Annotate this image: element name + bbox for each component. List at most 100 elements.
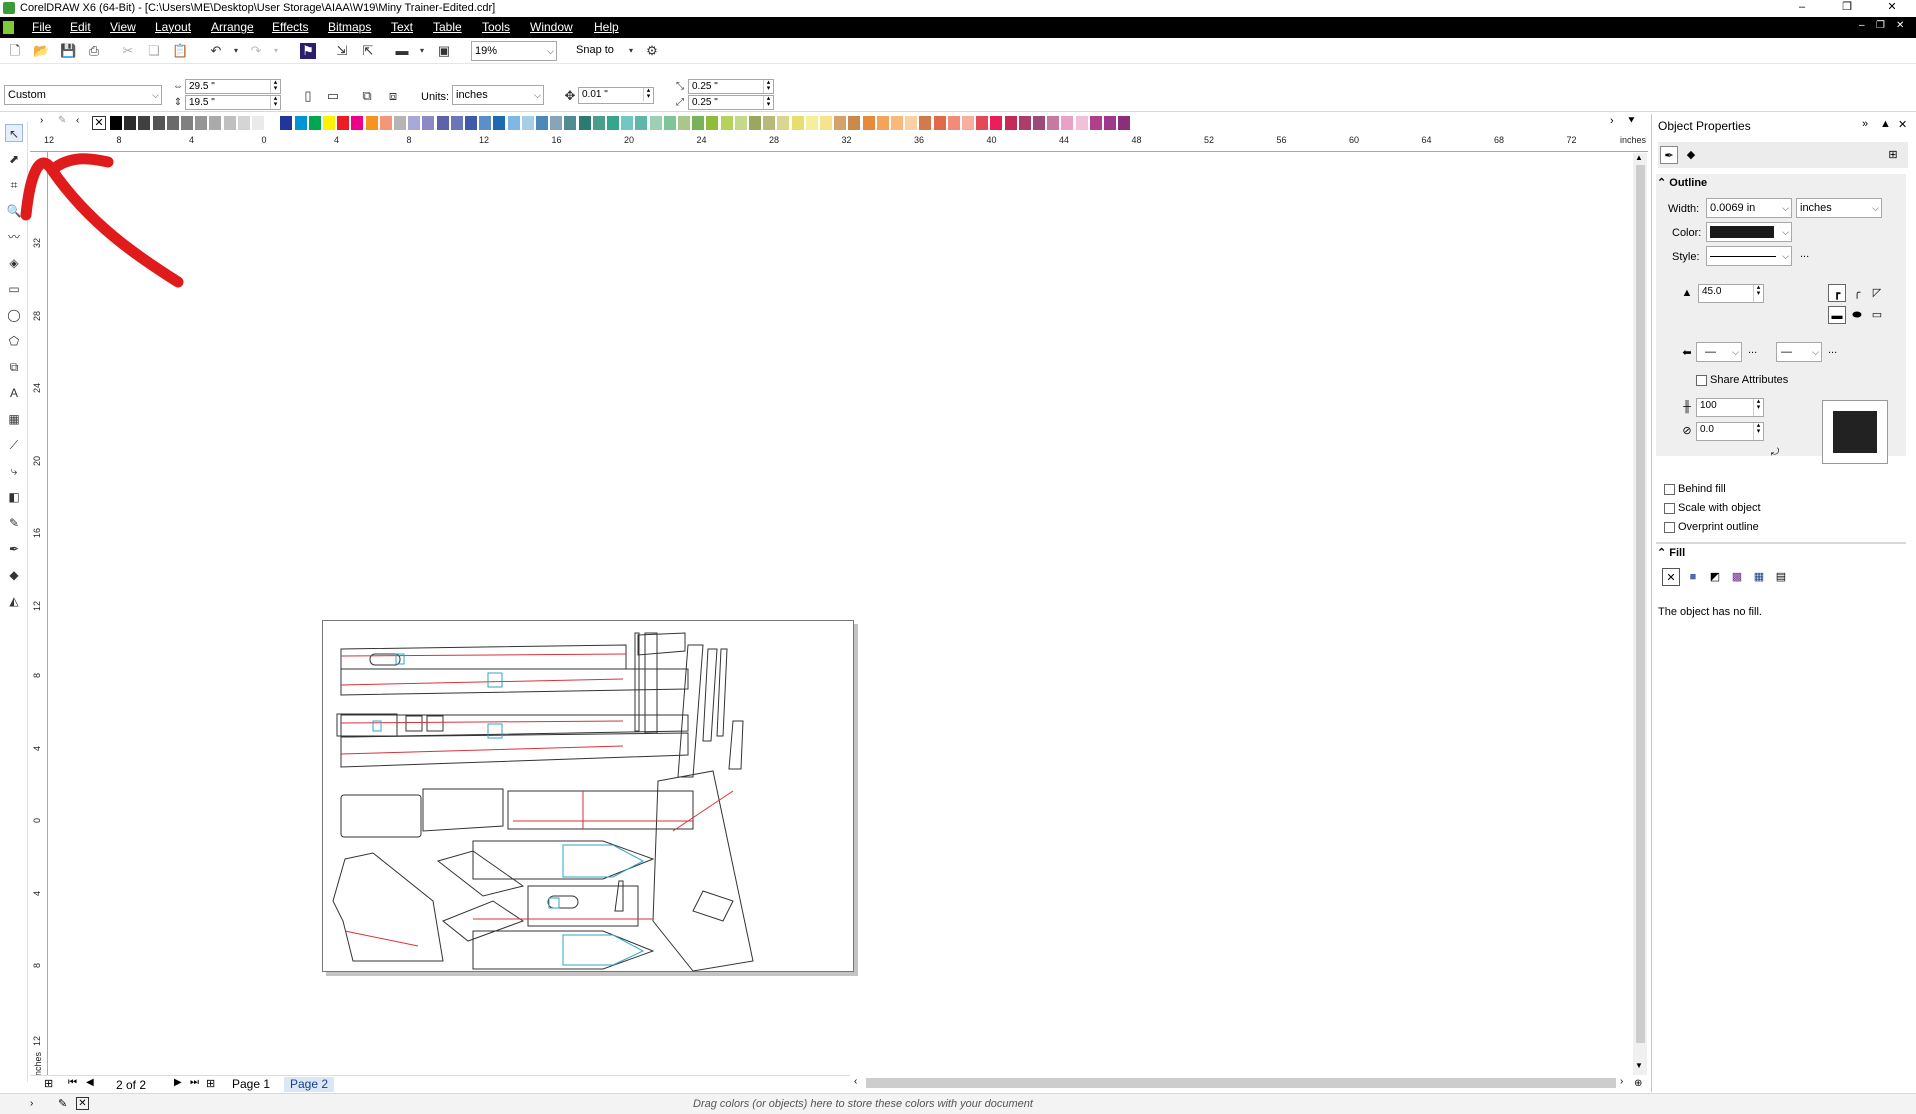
palette-swatch[interactable] <box>323 116 336 130</box>
menu-help[interactable]: Help <box>594 20 619 34</box>
menu-file[interactable]: File <box>32 20 51 34</box>
palette-swatch[interactable] <box>408 116 422 130</box>
mdi-minimize-button[interactable]: – <box>1859 20 1865 31</box>
pick-tool-icon[interactable]: ↖ <box>5 124 23 142</box>
paste-icon[interactable]: 📋 <box>172 43 188 59</box>
palette-swatch[interactable] <box>933 116 947 130</box>
vertical-scroll-thumb[interactable] <box>1636 165 1645 1043</box>
document-palette-none-icon[interactable]: ✕ <box>76 1097 89 1110</box>
palette-swatch[interactable] <box>621 116 635 130</box>
palette-swatch[interactable] <box>649 116 663 130</box>
palette-swatch[interactable] <box>1004 116 1018 130</box>
menu-arrange[interactable]: Arrange <box>211 20 254 34</box>
import-icon[interactable]: ⇲ <box>334 43 350 59</box>
nudge-distance-field[interactable]: 0.01 " ▴ ▾ <box>578 87 654 104</box>
round-corner-icon[interactable]: ╭ <box>1848 284 1866 302</box>
end-arrowhead-combo[interactable]: — ⌵ <box>1776 342 1822 362</box>
palette-swatch[interactable] <box>465 116 478 130</box>
new-document-icon[interactable]: 🗋 <box>7 43 23 59</box>
tab-page-1[interactable]: Page 1 <box>226 1077 276 1092</box>
palette-swatch[interactable] <box>990 116 1004 130</box>
restore-button[interactable]: ❐ <box>1825 0 1869 17</box>
zoom-tool-icon[interactable]: 🔍 <box>5 202 23 220</box>
palette-swatch[interactable] <box>791 116 805 130</box>
spin-arrows-icon[interactable]: ▴ ▾ <box>270 95 280 109</box>
palette-swatch[interactable] <box>422 116 436 130</box>
blend-tool-icon[interactable]: ◧ <box>5 488 23 506</box>
previous-page-icon[interactable]: ◀ <box>86 1077 94 1088</box>
ellipse-tool-icon[interactable]: ◯ <box>5 306 23 324</box>
palette-swatch[interactable] <box>1075 116 1089 130</box>
no-color-swatch[interactable]: ✕ <box>92 116 106 130</box>
page-height-field[interactable]: 19.5 " ▴ ▾ <box>185 95 281 110</box>
palette-swatch[interactable] <box>181 116 194 130</box>
page-preset-combo[interactable]: Custom ⌵ <box>4 85 162 105</box>
tab-page-2[interactable]: Page 2 <box>284 1077 335 1092</box>
palette-swatch[interactable] <box>635 116 649 130</box>
menu-window[interactable]: Window <box>530 20 573 34</box>
scroll-down-icon[interactable]: ▼ <box>1635 1061 1643 1070</box>
airplane-parts-drawing[interactable] <box>323 621 855 973</box>
extended-cap-icon[interactable]: ▭ <box>1868 306 1886 324</box>
scroll-up-icon[interactable]: ▲ <box>1635 153 1643 162</box>
postscript-fill-icon[interactable]: ▤ <box>1772 568 1790 586</box>
menu-table[interactable]: Table <box>433 20 462 34</box>
behind-fill-checkbox[interactable] <box>1664 484 1675 495</box>
dimension-tool-icon[interactable]: ⟋ <box>5 436 23 454</box>
palette-swatch[interactable] <box>351 116 365 130</box>
palette-swatch[interactable] <box>919 116 933 130</box>
palette-swatch[interactable] <box>436 116 450 130</box>
palette-swatch[interactable] <box>479 116 493 130</box>
palette-swatch[interactable] <box>507 116 521 130</box>
fill-section-header[interactable]: ⌃ Fill <box>1657 546 1685 562</box>
stretch-field[interactable]: 100 ▴ ▾ <box>1696 398 1764 417</box>
palette-swatch[interactable] <box>805 116 819 130</box>
outline-section-header[interactable]: ⌃ Outline <box>1657 176 1707 192</box>
polygon-tool-icon[interactable]: ⬠ <box>5 332 23 350</box>
docker-close-icon[interactable]: ✕ <box>1898 118 1907 131</box>
menu-tools[interactable]: Tools <box>482 20 510 34</box>
drawing-canvas[interactable] <box>48 153 1632 1075</box>
texture-fill-icon[interactable]: ▦ <box>1750 568 1768 586</box>
connector-tool-icon[interactable]: ⤷ <box>5 462 23 480</box>
eyedropper-tool-icon[interactable]: ✎ <box>5 514 23 532</box>
spin-arrows-icon[interactable]: ▴ ▾ <box>270 79 280 93</box>
palette-swatch[interactable] <box>734 116 748 130</box>
palette-swatch[interactable] <box>947 116 961 130</box>
vertical-ruler[interactable]: 32 28 24 20 16 12 8 4 0 4 8 12 inches <box>30 152 48 1080</box>
page-width-field[interactable]: 29.5 " ▴ ▾ <box>185 79 281 94</box>
outline-style-combo[interactable]: ⌵ <box>1706 246 1792 266</box>
spin-arrows-icon[interactable]: ▴ ▾ <box>1753 422 1763 440</box>
search-content-icon[interactable]: ⚑ <box>300 43 316 59</box>
shape-tool-icon[interactable]: ⬈ <box>5 150 23 168</box>
palette-swatch[interactable] <box>834 116 848 130</box>
close-button[interactable]: ✕ <box>1870 0 1914 17</box>
open-icon[interactable]: 📂 <box>33 43 49 59</box>
palette-swatch[interactable] <box>110 116 123 130</box>
add-page-after-icon[interactable]: ⊞ <box>206 1077 215 1090</box>
palette-swatch[interactable] <box>1104 116 1117 130</box>
palette-swatch[interactable] <box>195 116 209 130</box>
palette-swatch[interactable] <box>607 116 620 130</box>
palette-swatch[interactable] <box>1118 116 1132 130</box>
menu-layout[interactable]: Layout <box>155 20 191 34</box>
undo-dropdown-icon[interactable]: ▾ <box>228 43 244 59</box>
nib-preview[interactable] <box>1822 400 1888 464</box>
palette-swatch[interactable] <box>1033 116 1046 130</box>
menu-bitmaps[interactable]: Bitmaps <box>328 20 371 34</box>
spin-arrows-icon[interactable]: ▴ ▾ <box>763 95 773 109</box>
calligraphy-angle-field[interactable]: 0.0 ▴ ▾ <box>1696 422 1764 441</box>
square-cap-icon[interactable]: ▬ <box>1828 306 1846 324</box>
palette-swatch[interactable] <box>763 116 777 130</box>
units-combo[interactable]: inches ⌵ <box>452 85 544 105</box>
palette-swatch[interactable] <box>308 116 322 130</box>
spin-arrows-icon[interactable]: ▴ ▾ <box>763 79 773 93</box>
horizontal-scrollbar[interactable]: ‹ › <box>852 1076 1632 1090</box>
undo-icon[interactable]: ↶ <box>208 43 224 59</box>
palette-swatch[interactable] <box>692 116 706 130</box>
palette-scroll-right-icon[interactable]: › <box>1610 115 1614 127</box>
publish-pdf-icon[interactable]: ▬ <box>394 43 410 59</box>
palette-swatch[interactable] <box>891 116 904 130</box>
docker-collapse-icon[interactable]: ▲ <box>1880 118 1891 130</box>
palette-swatch[interactable] <box>394 116 407 130</box>
